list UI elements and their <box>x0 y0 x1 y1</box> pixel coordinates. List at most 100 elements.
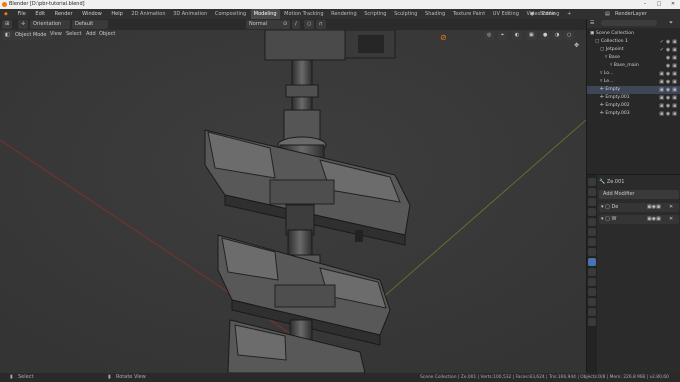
visibility-toggles[interactable]: ▣◉▣ <box>659 86 679 94</box>
transform-gizmo-icon[interactable]: ✛ <box>18 20 29 29</box>
modifier-toggles[interactable]: ▣◉▣ <box>647 215 661 224</box>
shading-material-icon[interactable]: ◑ <box>552 31 563 40</box>
camera-lock-icon[interactable]: ⊘ <box>440 33 447 42</box>
tab-physics-icon[interactable] <box>588 278 596 286</box>
visibility-toggles[interactable]: ▣◉▣ <box>659 110 679 118</box>
visibility-toggles[interactable]: ▣◉▣ <box>659 102 679 110</box>
shading-rendered-icon[interactable]: ○ <box>564 31 575 40</box>
add-modifier-button[interactable]: Add Modifier <box>599 190 679 199</box>
menu-select[interactable]: Select <box>66 30 81 39</box>
shading-solid-icon[interactable]: ● <box>540 31 551 40</box>
tab-rendering[interactable]: Rendering <box>328 9 360 19</box>
navigate-icon[interactable]: ✥ <box>574 42 579 49</box>
tab-view-layer-icon[interactable] <box>588 208 596 216</box>
outliner-row[interactable]: ▢ Collection 1 ✓◉▣ <box>587 38 680 46</box>
tab-data-icon[interactable] <box>588 298 596 306</box>
close-icon[interactable]: ✕ <box>669 215 673 224</box>
tab-modifiers-active-icon[interactable] <box>588 258 596 266</box>
tab-world-icon[interactable] <box>588 228 596 236</box>
close-window-button[interactable]: ✕ <box>666 0 680 9</box>
tab-scene-icon[interactable] <box>588 218 596 226</box>
tab-modifiers-icon[interactable] <box>588 248 596 256</box>
outliner-row[interactable]: ✛ Empty.001 ▣◉▣ <box>587 94 680 102</box>
tab-uv-editing[interactable]: UV Editing <box>490 9 522 19</box>
menu-file[interactable]: File <box>13 9 29 19</box>
tab-texture-paint[interactable]: Texture Paint <box>450 9 488 19</box>
scene-selector[interactable]: Scene <box>540 9 555 19</box>
tab-constraints-icon[interactable] <box>588 288 596 296</box>
tab-motion-tracking[interactable]: Motion Tracking <box>281 9 326 19</box>
object-name[interactable]: Ze.001 <box>607 179 625 185</box>
tab-material-icon[interactable] <box>588 308 596 316</box>
visibility-toggles[interactable]: ◉▣ <box>666 62 679 70</box>
menu-render[interactable]: Render <box>51 9 77 19</box>
modifier-toggles[interactable]: ▣◉▣ <box>647 203 661 212</box>
empty-icon: ✛ <box>600 87 604 92</box>
default-dropdown[interactable]: Default <box>72 20 108 29</box>
tab-compositing[interactable]: Compositing <box>212 9 249 19</box>
close-icon[interactable]: ✕ <box>669 203 673 212</box>
modifier-row[interactable]: ▾ ▢ De ▣◉▣ ✕ <box>599 203 679 212</box>
tab-tool-icon[interactable] <box>588 178 596 186</box>
modifier-row[interactable]: ▾ ▢ W ▣◉▣ ✕ <box>599 215 679 224</box>
outliner-row[interactable]: ▢ Jetpoint ✓◉▣ <box>587 46 680 54</box>
visibility-toggles[interactable]: ✓◉▣ <box>660 46 679 54</box>
tab-particles-icon[interactable] <box>588 268 596 276</box>
tab-modeling[interactable]: Modeling <box>250 9 280 19</box>
orientation-dropdown[interactable]: Orientation <box>30 20 70 29</box>
outliner-type-icon[interactable]: ☰ <box>590 19 594 28</box>
mode-dropdown[interactable]: Object Mode <box>12 31 52 40</box>
outliner-row-selected[interactable]: ✛ Empty ▣◉▣ <box>587 86 680 94</box>
visibility-toggles[interactable]: ▣◉▣ <box>659 94 679 102</box>
xray-icon[interactable]: ▣ <box>526 31 537 40</box>
outliner-search-input[interactable] <box>601 20 657 26</box>
visibility-toggles[interactable]: ◉▣ <box>666 54 679 62</box>
pivot-icon[interactable]: ⊙ <box>280 20 291 29</box>
modifier-name[interactable]: W <box>611 216 616 222</box>
tab-object-icon[interactable] <box>588 238 596 246</box>
outliner-row[interactable]: ▿ Base ◉▣ <box>587 54 680 62</box>
visibility-toggles[interactable]: ▣◉▣ <box>659 70 679 78</box>
blender-menu-icon[interactable]: ◆ <box>0 9 12 19</box>
visibility-toggles[interactable]: ✓◉▣ <box>660 38 679 46</box>
normal-dropdown[interactable]: Normal <box>246 20 280 29</box>
3d-viewport[interactable]: ◧ Object Mode View Select Add Object ◎ ⌖… <box>0 30 586 373</box>
tab-sculpting[interactable]: Sculpting <box>391 9 420 19</box>
menu-help[interactable]: Help <box>107 9 126 19</box>
outliner-row[interactable]: ✛ Empty.002 ▣◉▣ <box>587 102 680 110</box>
outliner-root-row[interactable]: ▣ Scene Collection <box>587 30 680 38</box>
falloff-icon[interactable]: ∩ <box>316 20 326 29</box>
visibility-toggles[interactable]: ▣◉▣ <box>659 78 679 86</box>
filter-icon[interactable]: ⏷ <box>669 19 673 28</box>
overlay-icon[interactable]: ◐ <box>512 31 523 40</box>
minimize-button[interactable]: – <box>638 0 652 9</box>
outliner-row[interactable]: ▿ Base_main ◉▣ <box>587 62 680 70</box>
add-workspace-button[interactable]: + <box>564 9 574 19</box>
outliner-row[interactable]: ▿ Lo... ▣◉▣ <box>587 70 680 78</box>
tab-3d-animation[interactable]: 3D Animation <box>170 9 210 19</box>
outliner-row[interactable]: ▿ Le... ▣◉▣ <box>587 78 680 86</box>
tab-2d-animation[interactable]: 2D Animation <box>128 9 168 19</box>
visibility-icon[interactable]: ◎ <box>484 31 495 40</box>
proportional-icon[interactable]: ○ <box>304 20 315 29</box>
menu-view[interactable]: View <box>50 30 62 39</box>
menu-edit[interactable]: Edit <box>31 9 49 19</box>
modifier-name[interactable]: De <box>611 204 618 210</box>
expand-arrow-icon[interactable]: ▾ <box>601 204 604 210</box>
view-layer-icon: ▤ <box>605 11 610 17</box>
menu-add[interactable]: Add <box>86 30 96 39</box>
tool-settings-icon[interactable]: ⊞ <box>2 20 13 29</box>
tab-shading[interactable]: Shading <box>422 9 448 19</box>
view-layer-selector[interactable]: RenderLayer <box>615 9 647 19</box>
menu-window[interactable]: Window <box>78 9 106 19</box>
tab-render-icon[interactable] <box>588 188 596 196</box>
tab-scripting[interactable]: Scripting <box>361 9 389 19</box>
maximize-button[interactable]: □ <box>652 0 666 9</box>
menu-object[interactable]: Object <box>99 30 115 39</box>
expand-arrow-icon[interactable]: ▾ <box>601 216 604 222</box>
gizmo-icon[interactable]: ⌖ <box>498 31 507 40</box>
tab-output-icon[interactable] <box>588 198 596 206</box>
snap-icon[interactable]: ∕ <box>292 20 300 29</box>
tab-texture-icon[interactable] <box>588 318 596 326</box>
outliner-row[interactable]: ✛ Empty.003 ▣◉▣ <box>587 110 680 118</box>
